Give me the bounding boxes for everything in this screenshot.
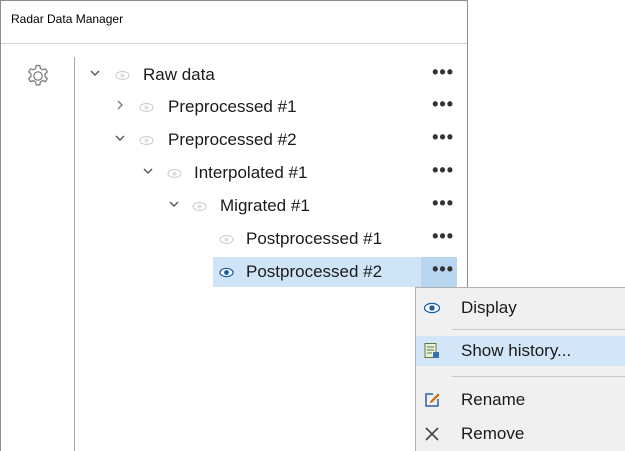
chevron-down-icon[interactable] bbox=[169, 199, 179, 209]
menu-item-label: Show history... bbox=[461, 341, 572, 360]
menu-item-label: Display bbox=[461, 298, 517, 317]
visibility-eye-icon[interactable] bbox=[139, 133, 154, 148]
tree-item-label: Interpolated #1 bbox=[194, 163, 308, 182]
more-options-button[interactable]: ••• bbox=[432, 193, 454, 214]
tree-item-label: Postprocessed #1 bbox=[246, 229, 383, 248]
tree-item-migrated-1[interactable]: Migrated #1 ••• bbox=[79, 191, 464, 222]
menu-item-display[interactable]: Display bbox=[416, 293, 625, 323]
menu-item-remove[interactable]: Remove bbox=[416, 419, 625, 449]
tree-item-interpolated-1[interactable]: Interpolated #1 ••• bbox=[79, 158, 464, 189]
visibility-eye-icon[interactable] bbox=[167, 166, 182, 181]
menu-item-show-history[interactable]: Show history... bbox=[416, 336, 625, 366]
context-menu: Display Show history... Rename Remove bbox=[415, 287, 625, 451]
tree-item-preprocessed-2[interactable]: Preprocessed #2 ••• bbox=[79, 125, 464, 156]
title-divider bbox=[1, 43, 467, 44]
more-options-button[interactable]: ••• bbox=[432, 259, 454, 280]
visibility-eye-icon[interactable] bbox=[219, 265, 234, 280]
menu-separator bbox=[452, 329, 625, 330]
menu-separator bbox=[452, 376, 625, 377]
chevron-right-icon[interactable] bbox=[115, 100, 125, 110]
edit-icon bbox=[425, 393, 440, 407]
tree-item-label: Postprocessed #2 bbox=[246, 262, 383, 281]
menu-item-rename[interactable]: Rename bbox=[416, 385, 625, 415]
settings-gear-icon[interactable] bbox=[25, 63, 51, 89]
history-icon bbox=[424, 343, 439, 358]
tree-item-postprocessed-1[interactable]: Postprocessed #1 ••• bbox=[79, 224, 464, 255]
tree-border bbox=[74, 57, 75, 451]
more-options-button[interactable]: ••• bbox=[432, 160, 454, 181]
visibility-eye-icon[interactable] bbox=[115, 68, 130, 83]
more-options-button[interactable]: ••• bbox=[432, 62, 454, 83]
more-options-button[interactable]: ••• bbox=[432, 94, 454, 115]
tree-item-postprocessed-2[interactable]: Postprocessed #2 ••• bbox=[79, 257, 464, 288]
panel-title: Radar Data Manager bbox=[11, 12, 124, 26]
more-options-button[interactable]: ••• bbox=[432, 127, 454, 148]
visibility-eye-icon[interactable] bbox=[192, 199, 207, 214]
menu-item-label: Remove bbox=[461, 424, 525, 443]
tree-item-preprocessed-1[interactable]: Preprocessed #1 ••• bbox=[79, 92, 464, 123]
tree-item-raw-data[interactable]: Raw data ••• bbox=[79, 60, 464, 91]
more-options-button[interactable]: ••• bbox=[432, 226, 454, 247]
tree-item-label: Migrated #1 bbox=[220, 196, 310, 215]
chevron-down-icon[interactable] bbox=[115, 133, 125, 143]
close-icon bbox=[425, 427, 439, 441]
visibility-eye-icon[interactable] bbox=[219, 232, 234, 247]
chevron-down-icon[interactable] bbox=[90, 68, 100, 78]
tree-item-label: Preprocessed #2 bbox=[168, 130, 297, 149]
tree-item-label: Raw data bbox=[143, 65, 215, 84]
radar-data-manager-panel: Radar Data Manager Raw data ••• Preproce… bbox=[0, 0, 468, 451]
chevron-down-icon[interactable] bbox=[143, 166, 153, 176]
eye-icon bbox=[423, 302, 441, 314]
visibility-eye-icon[interactable] bbox=[139, 100, 154, 115]
tree-item-label: Preprocessed #1 bbox=[168, 97, 297, 116]
menu-item-label: Rename bbox=[461, 390, 526, 409]
